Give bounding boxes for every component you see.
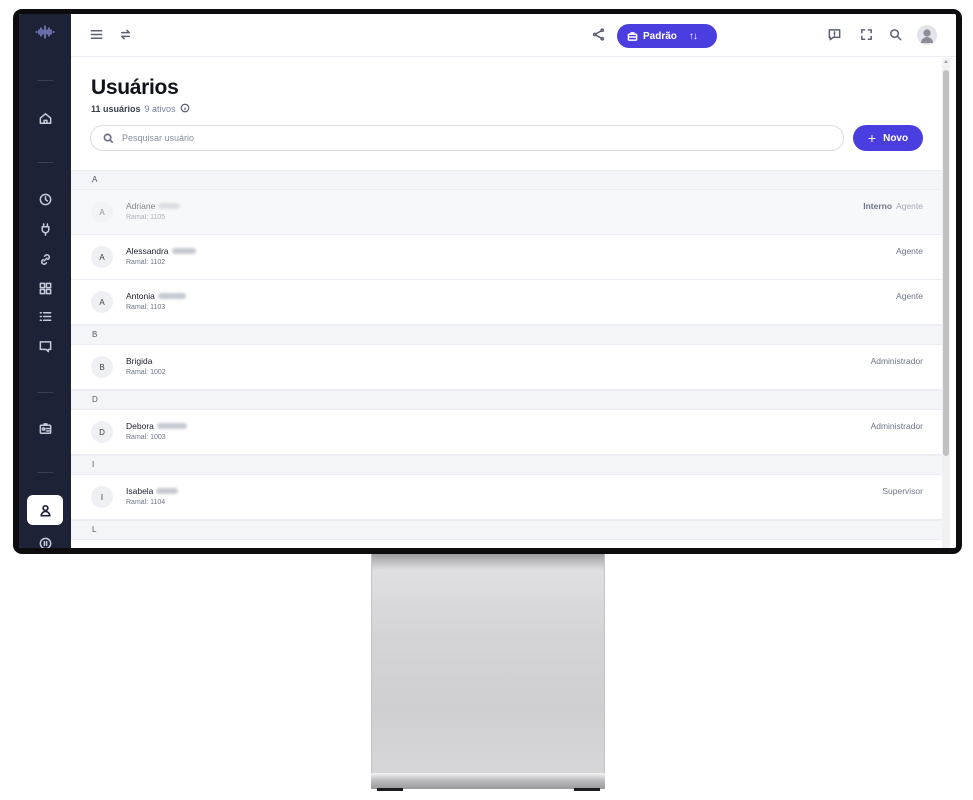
avatar: B xyxy=(91,356,113,378)
user-count: 11 usuários xyxy=(91,104,141,114)
active-count: 9 ativos xyxy=(144,104,176,114)
sidebar xyxy=(19,14,71,548)
plus-icon: + xyxy=(867,130,877,146)
user-role: Agente xyxy=(896,246,923,256)
user-ramal: Ramal: 1104 xyxy=(126,499,166,506)
swap-arrows-icon[interactable] xyxy=(118,27,133,42)
pause-circle-icon[interactable] xyxy=(19,531,71,548)
user-icon xyxy=(39,504,51,516)
scroll-thumb[interactable] xyxy=(943,70,949,456)
group-header: I xyxy=(71,455,942,475)
list-item[interactable]: A Antonia Ramal: 1103 Agente xyxy=(71,280,942,325)
scroll-up-arrow-icon[interactable] xyxy=(944,60,948,63)
sidebar-divider xyxy=(37,162,53,163)
list-item[interactable]: D Debora Ramal: 1003 Administrador xyxy=(71,410,942,455)
fullscreen-icon[interactable] xyxy=(859,27,874,42)
user-role: Administrador xyxy=(870,356,923,366)
user-role: Agente xyxy=(896,291,923,301)
user-avatar-icon xyxy=(921,29,933,43)
sidebar-divider xyxy=(37,472,53,473)
profile-label: Padrão xyxy=(643,30,677,42)
share-icon[interactable] xyxy=(591,27,606,42)
user-name: Isabela xyxy=(126,486,179,496)
hamburger-menu-icon[interactable] xyxy=(89,27,104,42)
group-header: D xyxy=(71,390,942,410)
home-icon[interactable] xyxy=(19,106,71,130)
user-name: Antonia xyxy=(126,291,186,301)
avatar[interactable] xyxy=(917,25,937,45)
user-role: Supervisor xyxy=(882,486,923,496)
sort-arrows-icon: ↑↓ xyxy=(688,30,698,42)
user-role: Administrador xyxy=(870,421,923,431)
status-badge: Interno xyxy=(863,201,893,211)
user-ramal: Ramal: 1105 xyxy=(126,214,166,221)
user-name: Adriane xyxy=(126,201,181,211)
group-header: B xyxy=(71,325,942,345)
profile-switcher-button[interactable]: Padrão ↑↓ xyxy=(617,24,717,48)
top-bar: Padrão ↑↓ xyxy=(71,14,956,57)
monitor-stand-base xyxy=(371,773,605,789)
user-ramal: Ramal: 1002 xyxy=(126,369,166,376)
monitor-frame: Padrão ↑↓ Usuários 11 usuários 9 ativos … xyxy=(13,9,962,554)
page-title: Usuários xyxy=(91,76,179,99)
avatar: I xyxy=(91,486,113,508)
app-screen: Padrão ↑↓ Usuários 11 usuários 9 ativos … xyxy=(19,14,956,548)
plug-icon[interactable] xyxy=(19,217,71,241)
monitor-foot xyxy=(574,788,600,791)
user-ramal: Ramal: 1103 xyxy=(126,304,166,311)
scrollbar[interactable] xyxy=(942,58,950,548)
user-list: A A Adriane Ramal: 1105 Interno Agente A … xyxy=(71,170,942,540)
user-ramal: Ramal: 1102 xyxy=(126,259,166,266)
user-ramal: Ramal: 1003 xyxy=(126,434,166,441)
new-user-label: Novo xyxy=(883,132,909,144)
avatar: A xyxy=(91,246,113,268)
new-user-button[interactable]: + Novo xyxy=(853,125,923,151)
monitor-foot xyxy=(377,788,403,791)
feedback-icon[interactable] xyxy=(827,27,842,42)
id-badge-icon[interactable] xyxy=(19,416,71,440)
group-header: L xyxy=(71,520,942,540)
user-role: Interno Agente xyxy=(863,201,923,211)
info-icon[interactable] xyxy=(180,103,190,115)
list-icon[interactable] xyxy=(19,304,71,328)
avatar: A xyxy=(91,291,113,313)
user-name: Alessandra xyxy=(126,246,196,256)
briefcase-icon xyxy=(627,31,638,41)
search-bar xyxy=(90,125,844,151)
list-item[interactable]: B Brigida Ramal: 1002 Administrador xyxy=(71,345,942,390)
list-item[interactable]: A Alessandra Ramal: 1102 Agente xyxy=(71,235,942,280)
sidebar-divider xyxy=(37,80,53,81)
search-icon xyxy=(103,133,114,143)
dashboard-grid-icon[interactable] xyxy=(19,276,71,300)
search-icon[interactable] xyxy=(888,27,903,42)
monitor-stand xyxy=(371,554,605,774)
waveform-logo-icon[interactable] xyxy=(19,20,71,44)
user-summary: 11 usuários 9 ativos xyxy=(91,103,190,115)
list-item[interactable]: A Adriane Ramal: 1105 Interno Agente xyxy=(71,190,942,235)
user-name: Brigida xyxy=(126,356,153,366)
main-content: Padrão ↑↓ Usuários 11 usuários 9 ativos … xyxy=(71,14,956,548)
link-icon[interactable] xyxy=(19,247,71,271)
list-item[interactable]: I Isabela Ramal: 1104 Supervisor xyxy=(71,475,942,520)
sidebar-item-users[interactable] xyxy=(27,495,63,525)
sidebar-divider xyxy=(37,392,53,393)
avatar: D xyxy=(91,421,113,443)
group-header: A xyxy=(71,170,942,190)
message-box-icon[interactable] xyxy=(19,334,71,358)
clock-icon[interactable] xyxy=(19,187,71,211)
avatar: A xyxy=(91,201,113,223)
user-name: Debora xyxy=(126,421,187,431)
search-input[interactable] xyxy=(122,133,722,143)
